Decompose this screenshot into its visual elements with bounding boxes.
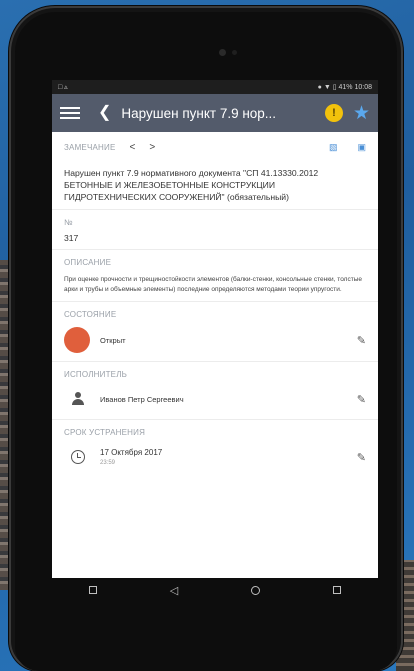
overview-icon[interactable]	[88, 586, 97, 594]
state-field: СОСТОЯНИЕ Открыт ✎	[52, 302, 378, 362]
status-right-icons: ● ▼ ▯ 41% 10:08	[317, 84, 372, 91]
app-screen: □ ▵ ● ▼ ▯ 41% 10:08 ❮ Нарушен пункт 7.9 …	[52, 80, 378, 602]
hamburger-menu-icon[interactable]	[60, 106, 80, 120]
number-label: №	[64, 218, 73, 227]
building-icon[interactable]: ▣	[357, 142, 366, 153]
edit-deadline-pencil-icon[interactable]: ✎	[357, 451, 366, 464]
status-indicator	[64, 327, 90, 353]
status-left-icons: □ ▵	[58, 84, 68, 91]
assignee-field: ИСПОЛНИТЕЛЬ Иванов Петр Сергеевич ✎	[52, 362, 378, 420]
remark-label: ЗАМЕЧАНИЕ	[64, 143, 116, 152]
description-text: При оценке прочности и трещиностойкости …	[64, 276, 362, 293]
next-remark-button[interactable]: >	[149, 142, 155, 153]
back-arrow-icon[interactable]: ❮	[98, 105, 111, 121]
app-bar: ❮ Нарушен пункт 7.9 нор... ! ★	[52, 94, 378, 132]
number-field: № 317	[52, 210, 378, 250]
back-triangle-icon[interactable]: ◁	[170, 584, 178, 597]
page-title: Нарушен пункт 7.9 нор...	[121, 105, 277, 121]
deadline-time: 23:59	[100, 460, 116, 466]
clock-icon	[64, 445, 92, 469]
map-icon[interactable]: ▧	[329, 142, 338, 153]
status-bar: □ ▵ ● ▼ ▯ 41% 10:08	[52, 80, 378, 94]
edit-state-pencil-icon[interactable]: ✎	[357, 334, 366, 347]
assignee-label: ИСПОЛНИТЕЛЬ	[64, 370, 128, 379]
number-value: 317	[64, 233, 79, 243]
home-icon[interactable]	[251, 585, 261, 595]
person-icon	[64, 387, 92, 411]
edit-assignee-pencil-icon[interactable]: ✎	[357, 393, 366, 406]
assignee-value: Иванов Петр Сергеевич	[100, 394, 184, 404]
remark-text: Нарушен пункт 7.9 нормативного документа…	[52, 153, 378, 210]
prev-remark-button[interactable]: <	[130, 142, 136, 153]
deadline-label: СРОК УСТРАНЕНИЯ	[64, 428, 146, 437]
android-nav-bar: ◁	[52, 578, 378, 602]
state-value: Открыт	[100, 335, 126, 345]
warning-icon[interactable]: !	[324, 104, 343, 122]
star-icon[interactable]: ★	[353, 104, 370, 123]
description-field: ОПИСАНИЕ При оценке прочности и трещинос…	[52, 250, 378, 302]
description-label: ОПИСАНИЕ	[64, 258, 112, 267]
front-camera	[219, 49, 226, 56]
deadline-field: СРОК УСТРАНЕНИЯ 17 Октября 2017 23:59 ✎	[52, 420, 378, 475]
recents-icon[interactable]	[333, 586, 342, 594]
remark-header: ЗАМЕЧАНИЕ < > ▧ ▣	[52, 132, 378, 153]
state-label: СОСТОЯНИЕ	[64, 310, 117, 319]
deadline-date: 17 Октября 2017	[100, 448, 163, 457]
